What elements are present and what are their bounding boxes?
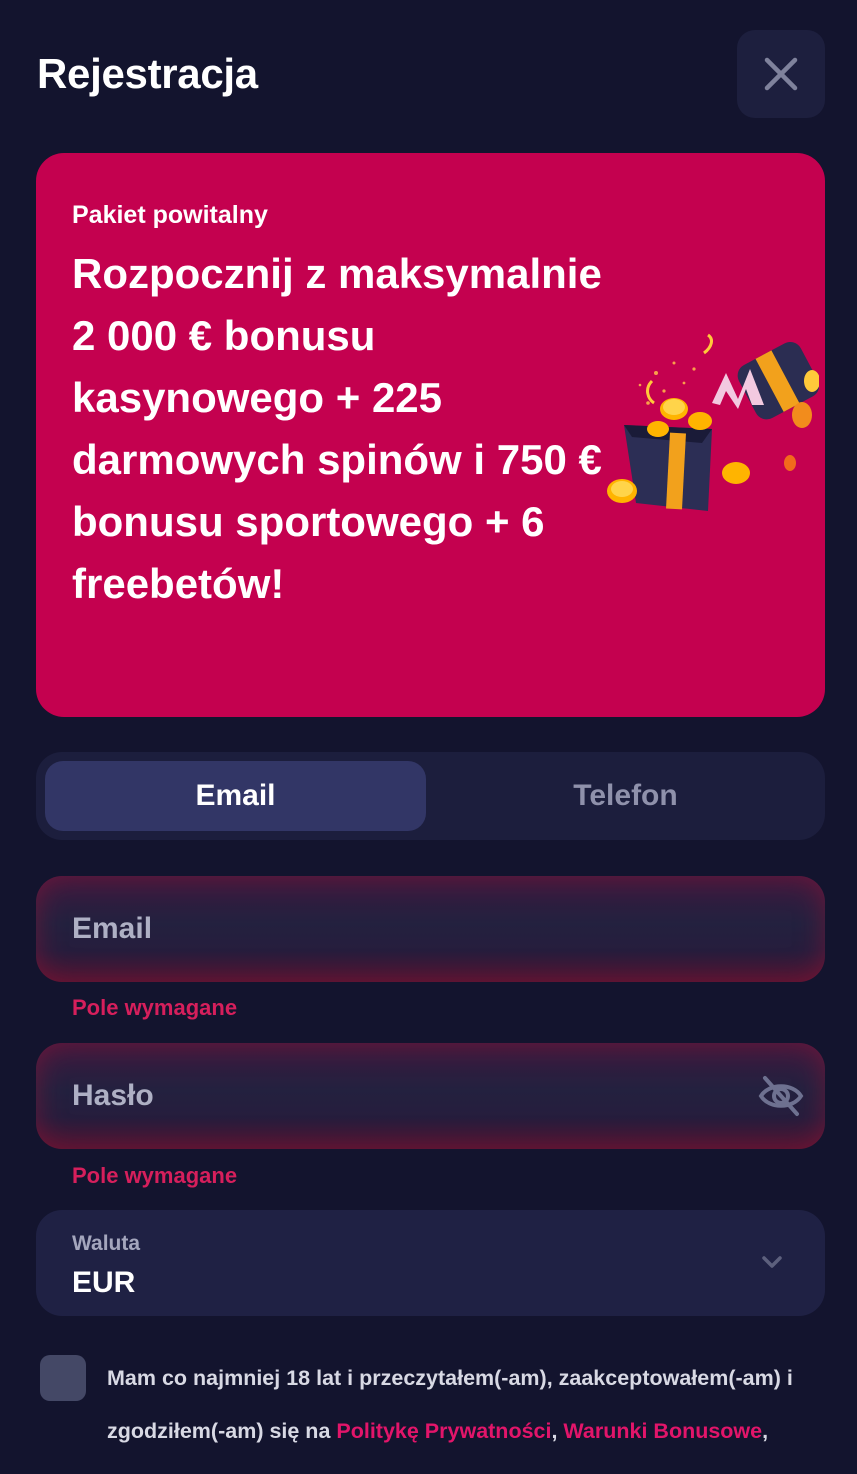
- toggle-password-visibility-button[interactable]: [757, 1073, 805, 1119]
- tab-email[interactable]: Email: [45, 761, 426, 831]
- email-field-container: [36, 876, 825, 982]
- email-error: Pole wymagane: [72, 995, 238, 1020]
- close-button[interactable]: [737, 30, 825, 118]
- age-consent-checkbox[interactable]: [40, 1355, 86, 1401]
- eye-off-icon: [758, 1076, 804, 1116]
- password-error: Pole wymagane: [72, 1163, 238, 1188]
- consent-trailing: ,: [762, 1419, 769, 1443]
- currency-select[interactable]: Waluta EUR: [36, 1210, 825, 1316]
- page-title: Rejestracja: [37, 50, 258, 97]
- promo-headline: Rozpocznij z maksymalnie 2 000 € bonusu …: [72, 250, 602, 607]
- gift-box-with-coins-icon: [607, 333, 819, 511]
- welcome-package-banner: Pakiet powitalny Rozpocznij z maksymalni…: [36, 153, 825, 717]
- consent-separator: ,: [551, 1419, 564, 1443]
- currency-label: Waluta: [72, 1232, 141, 1255]
- chevron-down-icon: [762, 1256, 782, 1268]
- close-icon: [764, 57, 798, 91]
- promo-kicker: Pakiet powitalny: [72, 201, 268, 229]
- bonus-terms-link[interactable]: Warunki Bonusowe: [563, 1419, 762, 1443]
- registration-page: Rejestracja Pakiet powitalny Rozpocznij …: [0, 0, 857, 1474]
- registration-method-tabs: Email Telefon: [36, 752, 825, 840]
- email-input[interactable]: [72, 876, 712, 982]
- tab-telefon[interactable]: Telefon: [435, 761, 816, 831]
- password-field-container: [36, 1043, 825, 1149]
- currency-value: EUR: [72, 1266, 136, 1299]
- privacy-policy-link[interactable]: Politykę Prywatności: [336, 1419, 551, 1443]
- password-input[interactable]: [72, 1043, 712, 1149]
- consent-text: Mam co najmniej 18 lat i przeczytałem(-a…: [107, 1352, 837, 1458]
